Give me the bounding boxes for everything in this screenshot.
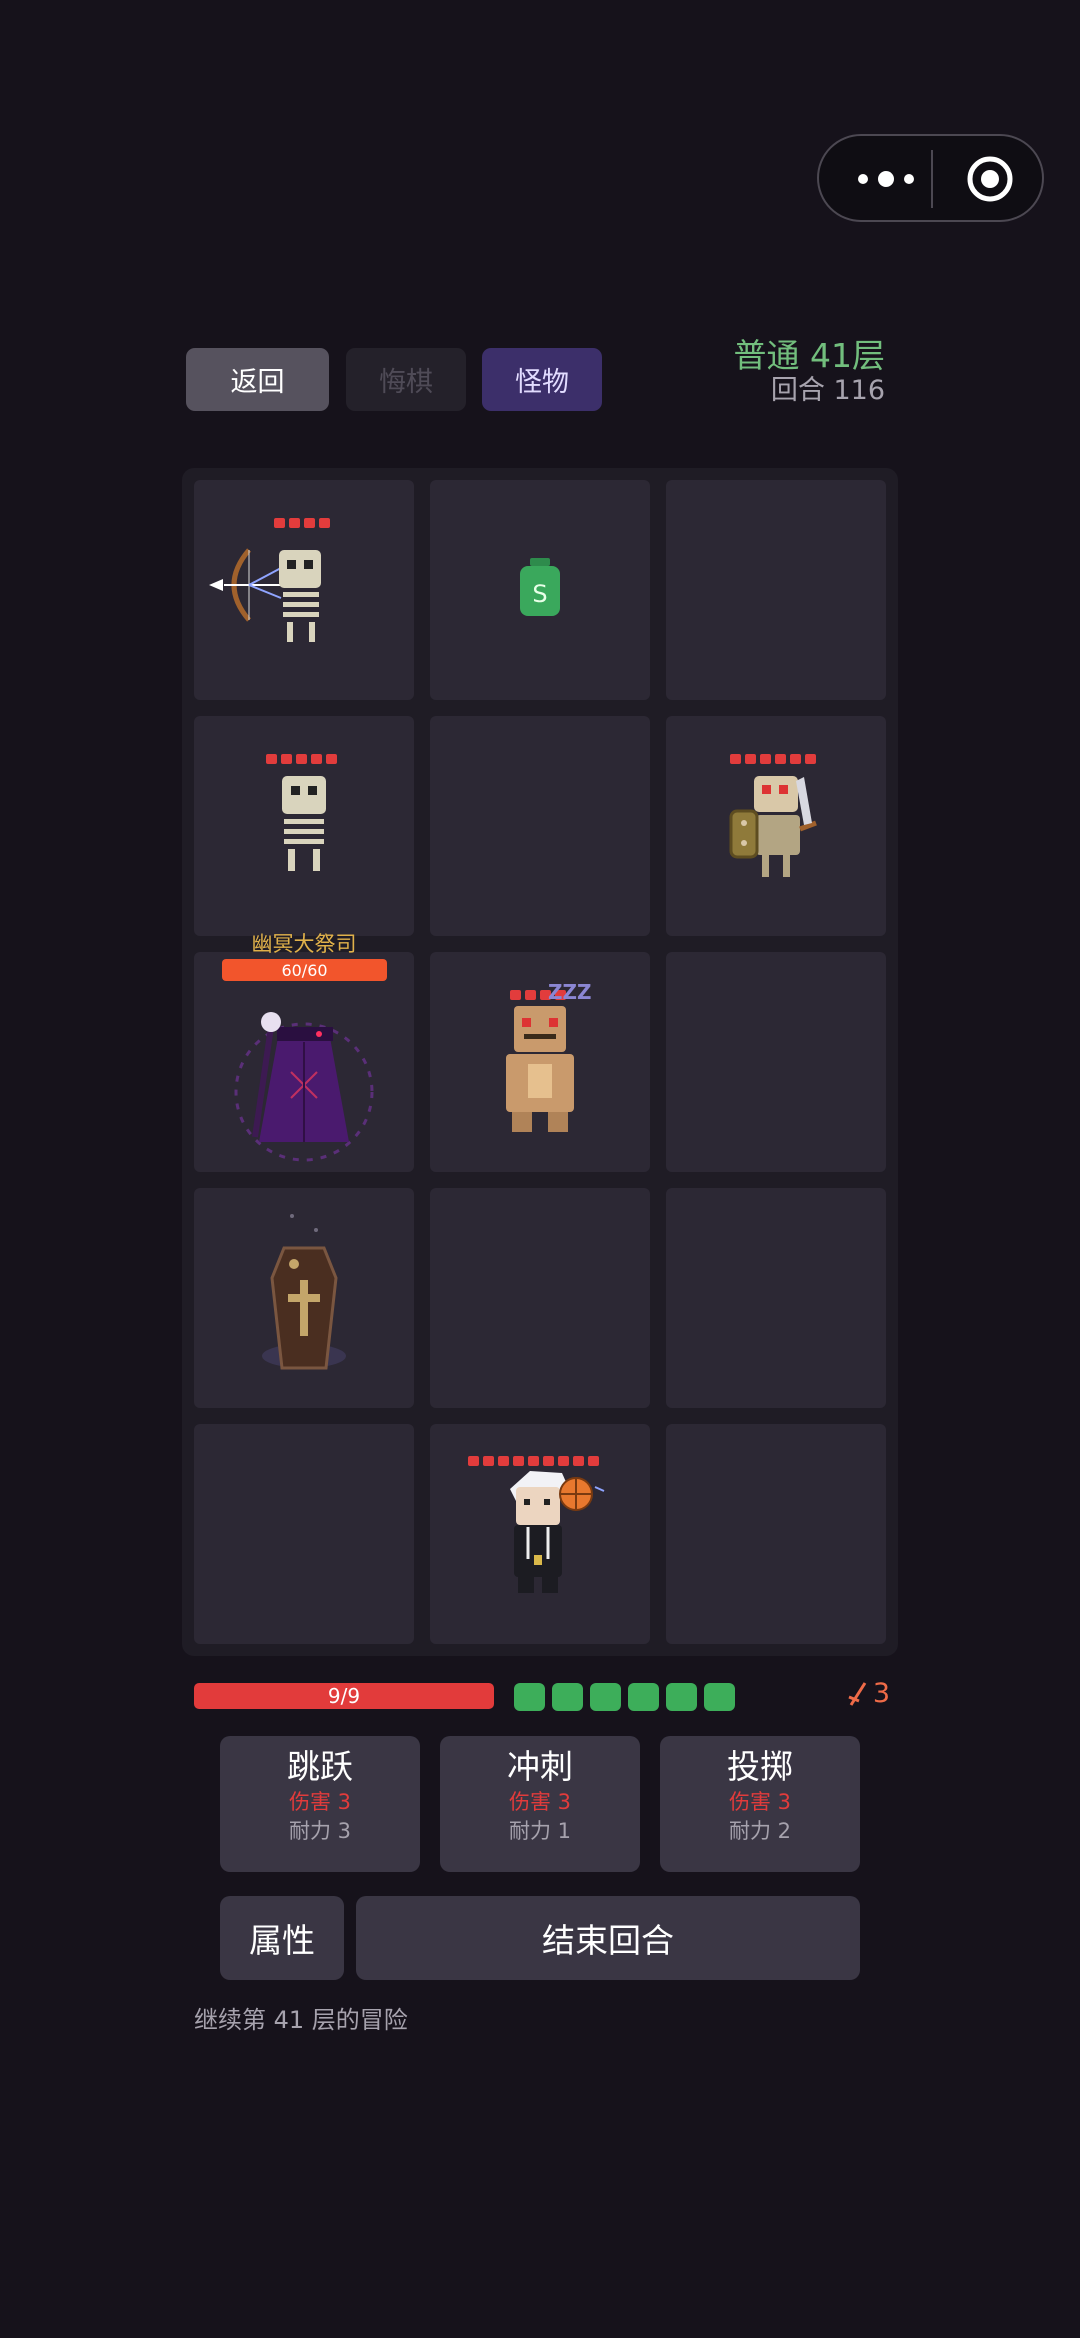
- attack-stat: 3: [847, 1678, 890, 1709]
- green-potion-icon: S: [520, 558, 560, 616]
- enemy-hp-bar: [730, 754, 816, 764]
- stamina-point: [628, 1683, 659, 1711]
- cell-boss[interactable]: 幽冥大祭司 60/60: [194, 932, 414, 1172]
- skill-dash-button[interactable]: 冲刺 伤害 3 耐力 1: [440, 1736, 640, 1872]
- attack-value: 3: [872, 1678, 890, 1709]
- enemy-hp-bar: [266, 754, 337, 764]
- player-hero-icon: [510, 1471, 605, 1593]
- target-icon[interactable]: [965, 154, 1015, 204]
- golem-icon: [506, 1006, 574, 1132]
- skill-damage: 伤害 3: [728, 1790, 792, 1814]
- skill-cost: 耐力 1: [508, 1819, 572, 1843]
- skill-name: 跳跃: [287, 1747, 353, 1786]
- mini-program-capsule: [817, 134, 1044, 222]
- stamina-point: [666, 1683, 697, 1711]
- cell-skeleton[interactable]: [194, 716, 414, 936]
- player-status: 9/9 3: [194, 1678, 890, 1711]
- skill-jump-button[interactable]: 跳跃 伤害 3 耐力 3: [220, 1736, 420, 1872]
- floor-label: 普通 41层: [733, 336, 885, 375]
- player-hp-bar: 9/9: [194, 1683, 494, 1709]
- enemy-hp-bar: [274, 518, 330, 528]
- sleeping-zzz-icon: ZZZ: [548, 980, 592, 1004]
- sword-icon: [848, 1681, 867, 1706]
- stamina-point: [590, 1683, 621, 1711]
- floor-info: 普通 41层 回合 116: [734, 337, 885, 407]
- cell-skeleton-archer[interactable]: [194, 480, 414, 700]
- potion-label: S: [532, 580, 547, 608]
- skeleton-archer-icon: [209, 548, 321, 642]
- undo-button[interactable]: 悔棋: [346, 348, 466, 411]
- cell-potion[interactable]: S: [430, 480, 650, 700]
- cell-empty[interactable]: [666, 952, 886, 1172]
- turn-label: 回合 116: [770, 375, 885, 406]
- skeleton-icon: [282, 776, 326, 871]
- cell-empty[interactable]: [666, 1424, 886, 1644]
- cell-empty[interactable]: [430, 1188, 650, 1408]
- monster-button[interactable]: 怪物: [482, 348, 602, 411]
- capsule-divider: [931, 150, 933, 208]
- boss-hp-bar: 60/60: [222, 959, 387, 981]
- boss-name: 幽冥大祭司: [251, 932, 357, 956]
- stamina-bar: [514, 1683, 735, 1711]
- stamina-point: [704, 1683, 735, 1711]
- more-dots-icon[interactable]: [851, 164, 921, 194]
- cell-player[interactable]: [430, 1424, 650, 1644]
- cell-coffin[interactable]: [194, 1188, 414, 1408]
- cell-empty[interactable]: [194, 1424, 414, 1644]
- status-message: 继续第 41 层的冒险: [194, 2006, 408, 2034]
- back-button[interactable]: 返回: [186, 348, 329, 411]
- game-board: S 幽冥大祭司 60/60 ZZZ: [182, 468, 898, 1656]
- skill-throw-button[interactable]: 投掷 伤害 3 耐力 2: [660, 1736, 860, 1872]
- cell-skeleton-warrior[interactable]: [666, 716, 886, 936]
- cell-empty[interactable]: [666, 480, 886, 700]
- high-priest-icon: [234, 1012, 374, 1162]
- stamina-point: [552, 1683, 583, 1711]
- end-turn-button[interactable]: 结束回合: [356, 1896, 860, 1980]
- skill-cost: 耐力 2: [728, 1819, 792, 1843]
- cell-empty[interactable]: [666, 1188, 886, 1408]
- skill-name: 冲刺: [507, 1747, 573, 1786]
- skill-name: 投掷: [727, 1747, 793, 1786]
- skeleton-warrior-icon: [729, 776, 817, 877]
- skill-cost: 耐力 3: [288, 1819, 352, 1843]
- coffin-icon: [262, 1214, 346, 1370]
- player-hp-pips: [468, 1456, 599, 1466]
- cell-sleeping-golem[interactable]: ZZZ: [430, 952, 650, 1172]
- skill-damage: 伤害 3: [508, 1790, 572, 1814]
- stamina-point: [514, 1683, 545, 1711]
- skill-damage: 伤害 3: [288, 1790, 352, 1814]
- attributes-button[interactable]: 属性: [220, 1896, 344, 1980]
- cell-empty[interactable]: [430, 716, 650, 936]
